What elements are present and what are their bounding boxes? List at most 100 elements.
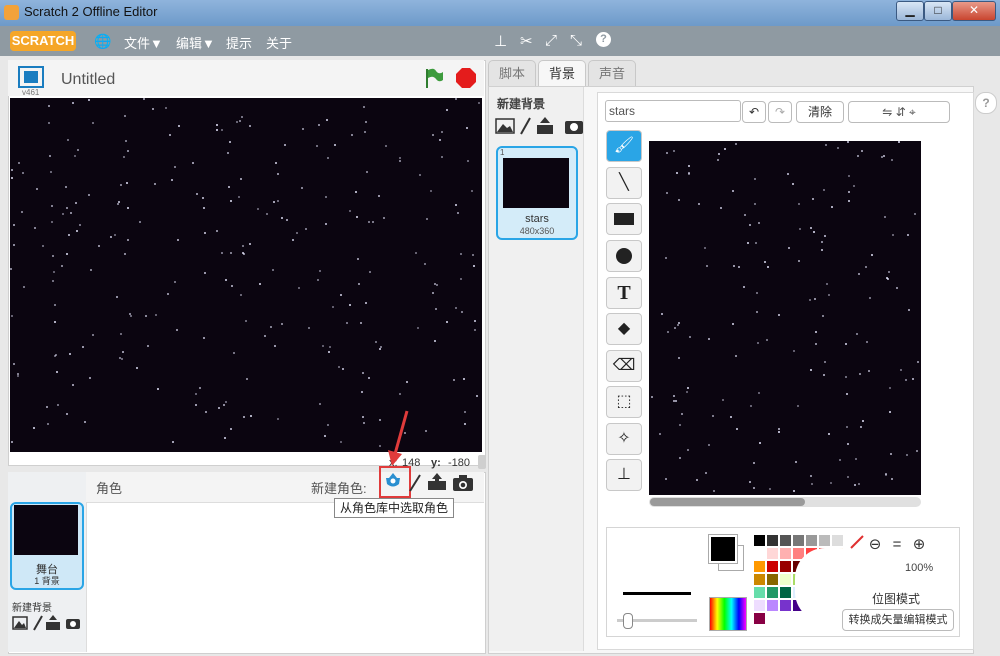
star-dot xyxy=(67,139,69,141)
palette-swatch[interactable] xyxy=(819,535,830,546)
no-color-swatch[interactable] xyxy=(850,535,864,549)
help-button[interactable]: ? xyxy=(975,92,997,114)
convert-to-vector-button[interactable]: 转换成矢量编辑模式 xyxy=(842,609,954,631)
zoom-in-icon[interactable]: ⊕ xyxy=(908,535,930,553)
star-dot xyxy=(127,150,129,152)
palette-swatch[interactable] xyxy=(780,574,791,585)
star-dot xyxy=(758,222,760,224)
palette-swatch[interactable] xyxy=(767,600,778,611)
help-icon[interactable]: ? xyxy=(596,32,611,47)
color-picker-spectrum[interactable] xyxy=(709,597,747,631)
palette-swatch[interactable] xyxy=(767,548,778,559)
palette-swatch[interactable] xyxy=(754,535,765,546)
tab-scripts[interactable]: 脚本 xyxy=(488,60,536,87)
star-dot xyxy=(363,422,365,424)
grow-arrows-icon[interactable]: ⤢ xyxy=(545,32,557,49)
star-dot xyxy=(169,134,171,136)
stamp-tool[interactable]: ⊥ xyxy=(606,459,642,491)
star-dot xyxy=(36,188,38,190)
palette-swatch[interactable] xyxy=(780,548,791,559)
star-dot xyxy=(298,287,300,289)
green-flag-icon[interactable] xyxy=(424,67,444,89)
menu-tips[interactable]: 提示 xyxy=(226,33,252,52)
new-backdrop-icons[interactable] xyxy=(495,116,587,136)
globe-icon[interactable]: 🌐 xyxy=(94,33,111,50)
palette-swatch[interactable] xyxy=(793,535,804,546)
minimize-button[interactable]: ▁ xyxy=(896,1,924,21)
fill-bucket-tool[interactable]: ◆ xyxy=(606,313,642,345)
select-tool[interactable]: ⬚ xyxy=(606,386,642,418)
star-dot xyxy=(406,381,408,383)
palette-swatch[interactable] xyxy=(780,535,791,546)
menu-edit[interactable]: 编辑▼ xyxy=(176,33,215,52)
eraser-tool[interactable]: ⌫ xyxy=(606,350,642,382)
star-dot xyxy=(125,140,127,142)
project-title[interactable]: Untitled xyxy=(61,71,115,89)
close-window-button[interactable]: ✕ xyxy=(952,1,996,21)
star-dot xyxy=(474,329,476,331)
sprite-library-icon[interactable] xyxy=(384,472,402,490)
palette-swatch[interactable] xyxy=(780,561,791,572)
star-dot xyxy=(139,221,141,223)
line-tool[interactable]: ╲ xyxy=(606,167,642,199)
palette-swatch[interactable] xyxy=(780,600,791,611)
palette-swatch[interactable] xyxy=(754,561,765,572)
star-dot xyxy=(749,481,751,483)
brush-tool[interactable]: 🖌 xyxy=(606,130,642,162)
palette-swatch[interactable] xyxy=(754,600,765,611)
palette-swatch[interactable] xyxy=(754,574,765,585)
cut-scissors-icon[interactable]: ✂ xyxy=(520,32,533,50)
star-dot xyxy=(334,144,336,146)
palette-swatch[interactable] xyxy=(754,548,765,559)
backdrop-name-input[interactable] xyxy=(605,100,741,122)
tab-backdrops[interactable]: 背景 xyxy=(538,60,586,87)
redo-button[interactable]: ↷ xyxy=(768,101,792,123)
duplicate-stamp-icon[interactable]: ⊥ xyxy=(494,32,507,50)
undo-button[interactable]: ↶ xyxy=(742,101,766,123)
star-dot xyxy=(286,219,288,221)
shrink-arrows-icon[interactable]: ⤡ xyxy=(570,32,582,49)
horizontal-scrollbar-thumb[interactable] xyxy=(650,498,805,506)
menu-about[interactable]: 关于 xyxy=(266,33,292,52)
palette-swatch[interactable] xyxy=(767,561,778,572)
star-dot xyxy=(665,257,667,259)
clear-button[interactable]: 清除 xyxy=(796,101,844,123)
collapse-stage-handle[interactable] xyxy=(478,455,486,469)
upload-sprite-icon[interactable] xyxy=(427,473,447,491)
zoom-out-icon[interactable]: ⊖ xyxy=(864,535,886,553)
palette-swatch[interactable] xyxy=(832,535,843,546)
stage-canvas[interactable] xyxy=(10,98,482,452)
palette-swatch[interactable] xyxy=(767,574,778,585)
backdrop-name: stars xyxy=(525,213,549,225)
paint-canvas[interactable] xyxy=(649,141,921,495)
zoom-controls[interactable]: ⊖ = ⊕ xyxy=(864,535,956,553)
star-dot xyxy=(856,333,858,335)
star-dot xyxy=(11,169,13,171)
palette-swatch[interactable] xyxy=(806,535,817,546)
palette-swatch[interactable] xyxy=(767,535,778,546)
palette-swatch[interactable] xyxy=(754,587,765,598)
fullscreen-icon[interactable] xyxy=(18,66,44,88)
tab-sounds[interactable]: 声音 xyxy=(588,60,636,87)
ellipse-tool[interactable] xyxy=(606,240,642,272)
palette-swatch[interactable] xyxy=(754,613,765,624)
palette-swatch[interactable] xyxy=(780,587,791,598)
palette-swatch[interactable] xyxy=(767,587,778,598)
paint-sprite-icon[interactable] xyxy=(408,474,422,492)
text-tool[interactable]: T xyxy=(606,277,642,309)
menu-file[interactable]: 文件▼ xyxy=(124,33,163,52)
maximize-button[interactable]: □ xyxy=(924,1,952,21)
line-width-slider-handle[interactable] xyxy=(623,613,633,629)
star-dot xyxy=(349,304,351,306)
star-dot xyxy=(460,278,462,280)
magic-wand-tool[interactable]: ✧ xyxy=(606,423,642,455)
zoom-reset-icon[interactable]: = xyxy=(886,536,908,553)
camera-sprite-icon[interactable] xyxy=(452,475,474,492)
new-backdrop-icons-small[interactable] xyxy=(12,614,82,632)
star-dot xyxy=(296,232,298,234)
stop-sign-icon[interactable] xyxy=(456,68,476,88)
star-dot xyxy=(884,216,886,218)
flip-center-buttons[interactable]: ⇋ ⇵ ⌖ xyxy=(848,101,950,123)
rectangle-tool[interactable] xyxy=(606,203,642,235)
primary-color-swatch[interactable] xyxy=(708,534,738,564)
